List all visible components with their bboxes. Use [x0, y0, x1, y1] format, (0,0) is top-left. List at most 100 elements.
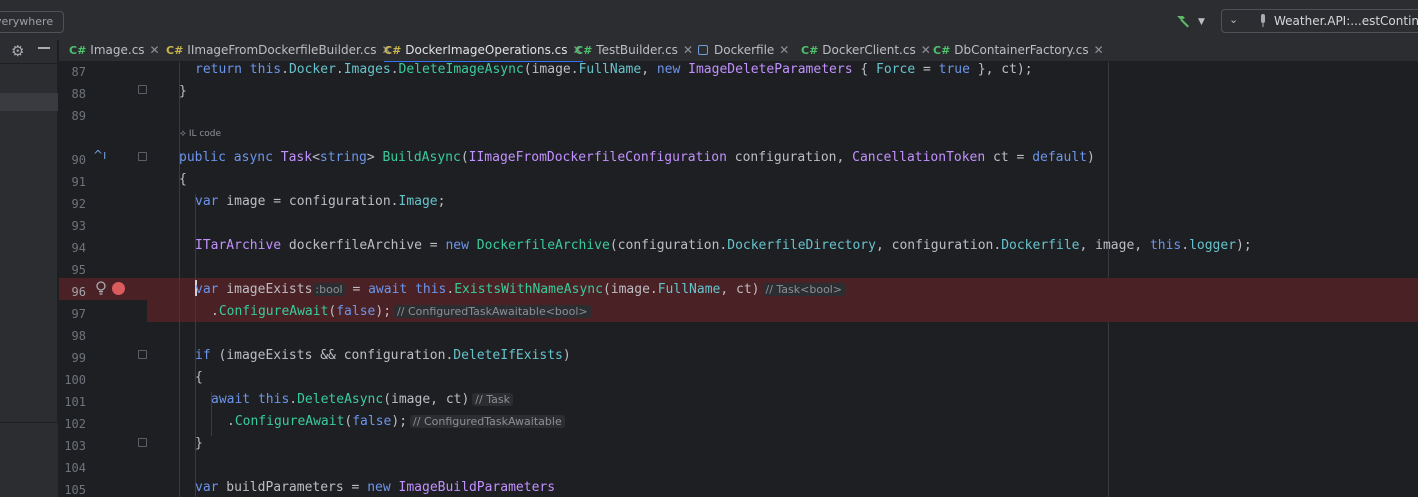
- code-token: (image.: [602, 282, 658, 297]
- tab-label: DbContainerFactory.cs: [954, 43, 1089, 57]
- csharp-file-icon: C#: [384, 44, 402, 57]
- tab-label: IImageFromDockerfileBuilder.cs: [187, 43, 377, 57]
- search-everywhere-field[interactable]: verywhere: [0, 11, 64, 33]
- code-token: >: [366, 150, 383, 165]
- code-token: await: [211, 392, 251, 407]
- close-icon[interactable]: ✕: [683, 43, 693, 57]
- code-token: .: [390, 62, 399, 77]
- tab-image-cs[interactable]: C# Image.cs ✕: [69, 40, 160, 62]
- code-token: true: [938, 62, 970, 77]
- code-token: false: [336, 304, 376, 319]
- tab-testbuilder-cs[interactable]: C# TestBuilder.cs ✕: [575, 40, 693, 62]
- code-token: ): [1086, 150, 1095, 165]
- code-token: configuration,: [726, 150, 853, 165]
- code-token: string: [319, 150, 367, 165]
- code-token: image = configuration.: [218, 194, 399, 209]
- code-token: buildParameters =: [218, 480, 368, 495]
- close-icon[interactable]: ✕: [921, 43, 931, 57]
- code-token: (image.: [523, 62, 579, 77]
- code-token: (: [460, 150, 469, 165]
- code-line: if (imageExists && configuration.DeleteI…: [59, 345, 1418, 367]
- code-line: }: [59, 81, 1418, 103]
- chevron-down-icon: ▼: [1198, 17, 1205, 27]
- hide-panel-icon[interactable]: [38, 47, 50, 49]
- code-line: {: [59, 367, 1418, 389]
- tab-label: DockerClient.cs: [822, 43, 916, 57]
- code-token: if: [195, 348, 211, 363]
- close-icon[interactable]: ✕: [779, 43, 789, 57]
- code-token: .: [227, 414, 235, 429]
- csharp-file-icon: C#: [801, 44, 819, 57]
- run-configuration-selector[interactable]: ⌄ Weather.API:...estContiners: [1221, 9, 1418, 33]
- inlay-type-hint: // ConfiguredTaskAwaitable<bool>: [394, 305, 591, 318]
- code-area[interactable]: return this.Docker.Images.DeleteImageAsy…: [59, 62, 1418, 497]
- code-token: new: [367, 480, 391, 495]
- code-token: this: [257, 392, 290, 407]
- code-token: .: [1181, 238, 1190, 253]
- code-token: logger: [1189, 238, 1237, 253]
- code-line: return this.Docker.Images.DeleteImageAsy…: [59, 62, 1418, 81]
- code-editor[interactable]: 87 88 89 90 91 92 93 94 95 96 97 98 99 1…: [59, 62, 1418, 497]
- code-token: =: [344, 282, 369, 297]
- code-token: ;: [437, 194, 446, 209]
- code-token: Force: [876, 62, 916, 77]
- code-token: dockerfileArchive =: [281, 238, 446, 253]
- test-tube-icon: [1261, 14, 1265, 27]
- code-token: );: [1236, 238, 1252, 253]
- code-token: , configuration.: [875, 238, 1002, 253]
- code-token: {: [195, 370, 203, 385]
- code-token: DeleteImageAsync: [398, 62, 524, 77]
- tab-dockerimageoperations-cs[interactable]: C# DockerImageOperations.cs ✕: [384, 40, 583, 63]
- code-token: var: [195, 480, 219, 495]
- code-line: {: [59, 169, 1418, 191]
- hammer-icon: [1177, 16, 1189, 28]
- code-token: Docker: [288, 62, 336, 77]
- code-token: ConfigureAwait: [218, 304, 329, 319]
- code-token: Task: [280, 150, 313, 165]
- tab-dockerclient-cs[interactable]: C# DockerClient.cs ✕: [801, 40, 931, 62]
- code-token: Image: [398, 194, 438, 209]
- tab-dockerfile[interactable]: Dockerfile ✕: [698, 40, 789, 62]
- search-everywhere-text: verywhere: [0, 15, 54, 28]
- code-line-current: var imageExists:bool = await this.Exists…: [59, 279, 1418, 301]
- tab-label: TestBuilder.cs: [596, 43, 678, 57]
- code-line: await this.DeleteAsync(image, ct)// Task: [59, 389, 1418, 411]
- code-token: .: [335, 62, 344, 77]
- close-icon[interactable]: ✕: [1094, 43, 1104, 57]
- code-token: }: [179, 84, 187, 99]
- project-tree-selected-row[interactable]: [0, 93, 58, 111]
- code-token: ): [562, 348, 571, 363]
- code-token: FullName: [578, 62, 642, 77]
- code-token: ITarArchive: [195, 238, 282, 253]
- tab-dbcontainerfactory-cs[interactable]: C# DbContainerFactory.cs ✕: [933, 40, 1104, 62]
- gear-icon[interactable]: ⚙: [11, 42, 24, 60]
- tab-label: DockerImageOperations.cs: [405, 43, 568, 57]
- code-line: .ConfigureAwait(false);// ConfiguredTask…: [59, 301, 1418, 323]
- code-token: CancellationToken: [852, 150, 986, 165]
- code-token: .: [289, 392, 298, 407]
- tab-label: Image.cs: [90, 43, 145, 57]
- code-token: false: [352, 414, 392, 429]
- code-token: public: [179, 150, 226, 165]
- code-token: var: [195, 194, 219, 209]
- inlay-type-hint: // Task: [472, 393, 513, 406]
- code-token: .: [281, 62, 289, 77]
- build-button[interactable]: ▼: [1174, 12, 1210, 30]
- code-token: }, ct);: [969, 62, 1033, 77]
- code-token: default: [1032, 150, 1087, 165]
- code-line: }: [59, 433, 1418, 455]
- code-token: await: [368, 282, 408, 297]
- code-token: var: [195, 282, 219, 297]
- code-token: DeleteAsync: [297, 392, 384, 407]
- close-icon[interactable]: ✕: [150, 43, 160, 57]
- code-token: IImageFromDockerfileConfiguration: [468, 150, 727, 165]
- project-panel-lower-area: [0, 422, 58, 497]
- code-token: return: [195, 62, 242, 77]
- main-toolbar: verywhere ▼ ⌄ Weather.API:...estContiner…: [0, 0, 1418, 40]
- project-panel: ⚙: [0, 40, 58, 497]
- code-token: this: [1149, 238, 1182, 253]
- tab-iimagefromdockerfilebuilder-cs[interactable]: C# IImageFromDockerfileBuilder.cs ✕: [166, 40, 392, 62]
